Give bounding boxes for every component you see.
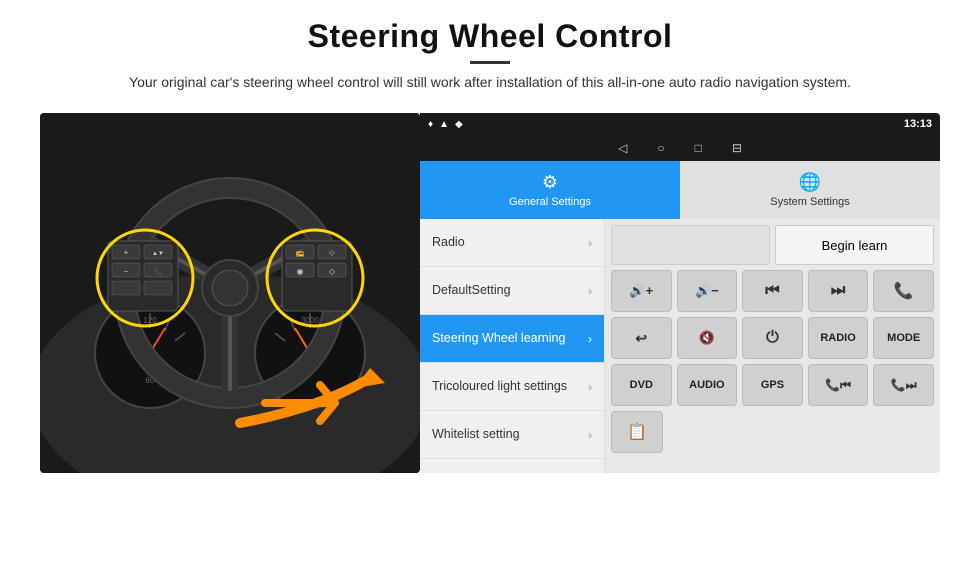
phone-next-icon: 📞⏭ [891, 378, 917, 393]
audio-text: AUDIO [689, 379, 724, 391]
title-divider [470, 61, 510, 64]
content-area: 120 60 3000 [40, 113, 940, 473]
hangup-icon: ↩ [635, 330, 647, 347]
system-settings-label: System Settings [770, 196, 849, 208]
settings-tabs: ⚙ General Settings 🌐 System Settings [420, 161, 940, 219]
tab-general-settings[interactable]: ⚙ General Settings [420, 161, 680, 219]
dvd-button[interactable]: DVD [611, 364, 672, 406]
status-icons-left: ♦ ▲ ◆ [428, 119, 463, 130]
tab-system-settings[interactable]: 🌐 System Settings [680, 161, 940, 219]
control-row-1: 🔊+ 🔊− ⏮ ⏭ 📞 [611, 270, 934, 312]
audio-button[interactable]: AUDIO [677, 364, 738, 406]
steering-wheel-image: 120 60 3000 [40, 113, 420, 473]
general-settings-icon: ⚙ [542, 172, 558, 193]
status-bar: ♦ ▲ ◆ 13:13 [420, 113, 940, 135]
menu-item-tricoloured[interactable]: Tricoloured light settings › [420, 363, 604, 411]
phone-icon: 📞 [894, 281, 914, 301]
gps-text: GPS [761, 379, 784, 391]
whitelist-label: Whitelist setting [432, 427, 520, 442]
menu-item-whitelist[interactable]: Whitelist setting › [420, 411, 604, 459]
menu-column: Radio › DefaultSetting › Steering Wheel … [420, 219, 605, 473]
tricoloured-label: Tricoloured light settings [432, 379, 567, 394]
svg-text:◉: ◉ [297, 267, 304, 276]
tricoloured-chevron: › [588, 380, 592, 394]
status-time: 13:13 [904, 118, 932, 130]
phone-next-button[interactable]: 📞⏭ [873, 364, 934, 406]
radio-chevron: › [588, 236, 592, 250]
location-icon: ♦ [428, 119, 433, 130]
home-nav-icon[interactable]: ○ [657, 141, 664, 155]
top-row: Begin learn [611, 225, 934, 265]
vol-down-button[interactable]: 🔊− [677, 270, 738, 312]
control-panel: Begin learn 🔊+ 🔊− ⏮ [605, 219, 940, 473]
subtitle: Your original car's steering wheel contr… [129, 72, 851, 93]
list-icon: 📋 [627, 422, 647, 442]
system-settings-icon: 🌐 [799, 172, 821, 193]
menu-item-steering[interactable]: Steering Wheel learning › [420, 315, 604, 363]
steering-label: Steering Wheel learning [432, 331, 565, 346]
radio-label: Radio [432, 235, 465, 250]
list-icon-button[interactable]: 📋 [611, 411, 663, 453]
svg-text:◇: ◇ [329, 267, 336, 276]
mute-button[interactable]: 🔇 [677, 317, 738, 359]
default-label: DefaultSetting [432, 283, 511, 298]
svg-text:📻: 📻 [296, 249, 305, 257]
mute-icon: 🔇 [699, 330, 715, 346]
wifi-icon: ▲ [439, 119, 449, 130]
vol-up-icon: 🔊+ [629, 283, 653, 299]
radio-button[interactable]: RADIO [808, 317, 869, 359]
menu-item-radio[interactable]: Radio › [420, 219, 604, 267]
control-row-2: ↩ 🔇 ⏻ RADIO MODE [611, 317, 934, 359]
mode-text: MODE [887, 332, 920, 344]
nav-bar: ◁ ○ □ ⊟ [420, 135, 940, 161]
title-section: Steering Wheel Control Your original car… [129, 18, 851, 107]
control-row-4: 📋 [611, 411, 934, 453]
phone-answer-button[interactable]: 📞 [873, 270, 934, 312]
prev-track-icon: ⏮ [765, 282, 779, 300]
page-container: Steering Wheel Control Your original car… [0, 0, 980, 562]
power-button[interactable]: ⏻ [742, 317, 803, 359]
gps-button[interactable]: GPS [742, 364, 803, 406]
steering-chevron: › [588, 332, 592, 346]
vol-down-icon: 🔊− [695, 283, 719, 299]
svg-text:▲▼: ▲▼ [152, 251, 164, 257]
begin-learn-button[interactable]: Begin learn [775, 225, 934, 265]
prev-track-button[interactable]: ⏮ [742, 270, 803, 312]
next-track-button[interactable]: ⏭ [808, 270, 869, 312]
default-chevron: › [588, 284, 592, 298]
android-ui: ♦ ▲ ◆ 13:13 ◁ ○ □ ⊟ ⚙ General Settings [420, 113, 940, 473]
svg-text:+: + [124, 248, 129, 257]
dvd-text: DVD [630, 379, 653, 391]
back-nav-icon[interactable]: ◁ [618, 141, 627, 155]
general-settings-label: General Settings [509, 196, 591, 208]
phone-prev-button[interactable]: 📞⏮ [808, 364, 869, 406]
phone-prev-icon: 📞⏮ [825, 378, 851, 393]
main-content: Radio › DefaultSetting › Steering Wheel … [420, 219, 940, 473]
radio-text: RADIO [820, 332, 855, 344]
control-row-3: DVD AUDIO GPS 📞⏮ 📞⏭ [611, 364, 934, 406]
menu-nav-icon[interactable]: ⊟ [732, 141, 742, 155]
phone-hangup-button[interactable]: ↩ [611, 317, 672, 359]
empty-input-box [611, 225, 770, 265]
whitelist-chevron: › [588, 428, 592, 442]
svg-text:−: − [124, 267, 129, 276]
recents-nav-icon[interactable]: □ [695, 141, 702, 155]
next-track-icon: ⏭ [831, 282, 845, 300]
power-icon: ⏻ [766, 329, 779, 347]
svg-text:◇: ◇ [329, 250, 335, 257]
svg-text:📞: 📞 [154, 267, 163, 276]
vol-up-button[interactable]: 🔊+ [611, 270, 672, 312]
page-title: Steering Wheel Control [129, 18, 851, 55]
mode-button[interactable]: MODE [873, 317, 934, 359]
signal-icon: ◆ [455, 119, 463, 130]
menu-item-default[interactable]: DefaultSetting › [420, 267, 604, 315]
